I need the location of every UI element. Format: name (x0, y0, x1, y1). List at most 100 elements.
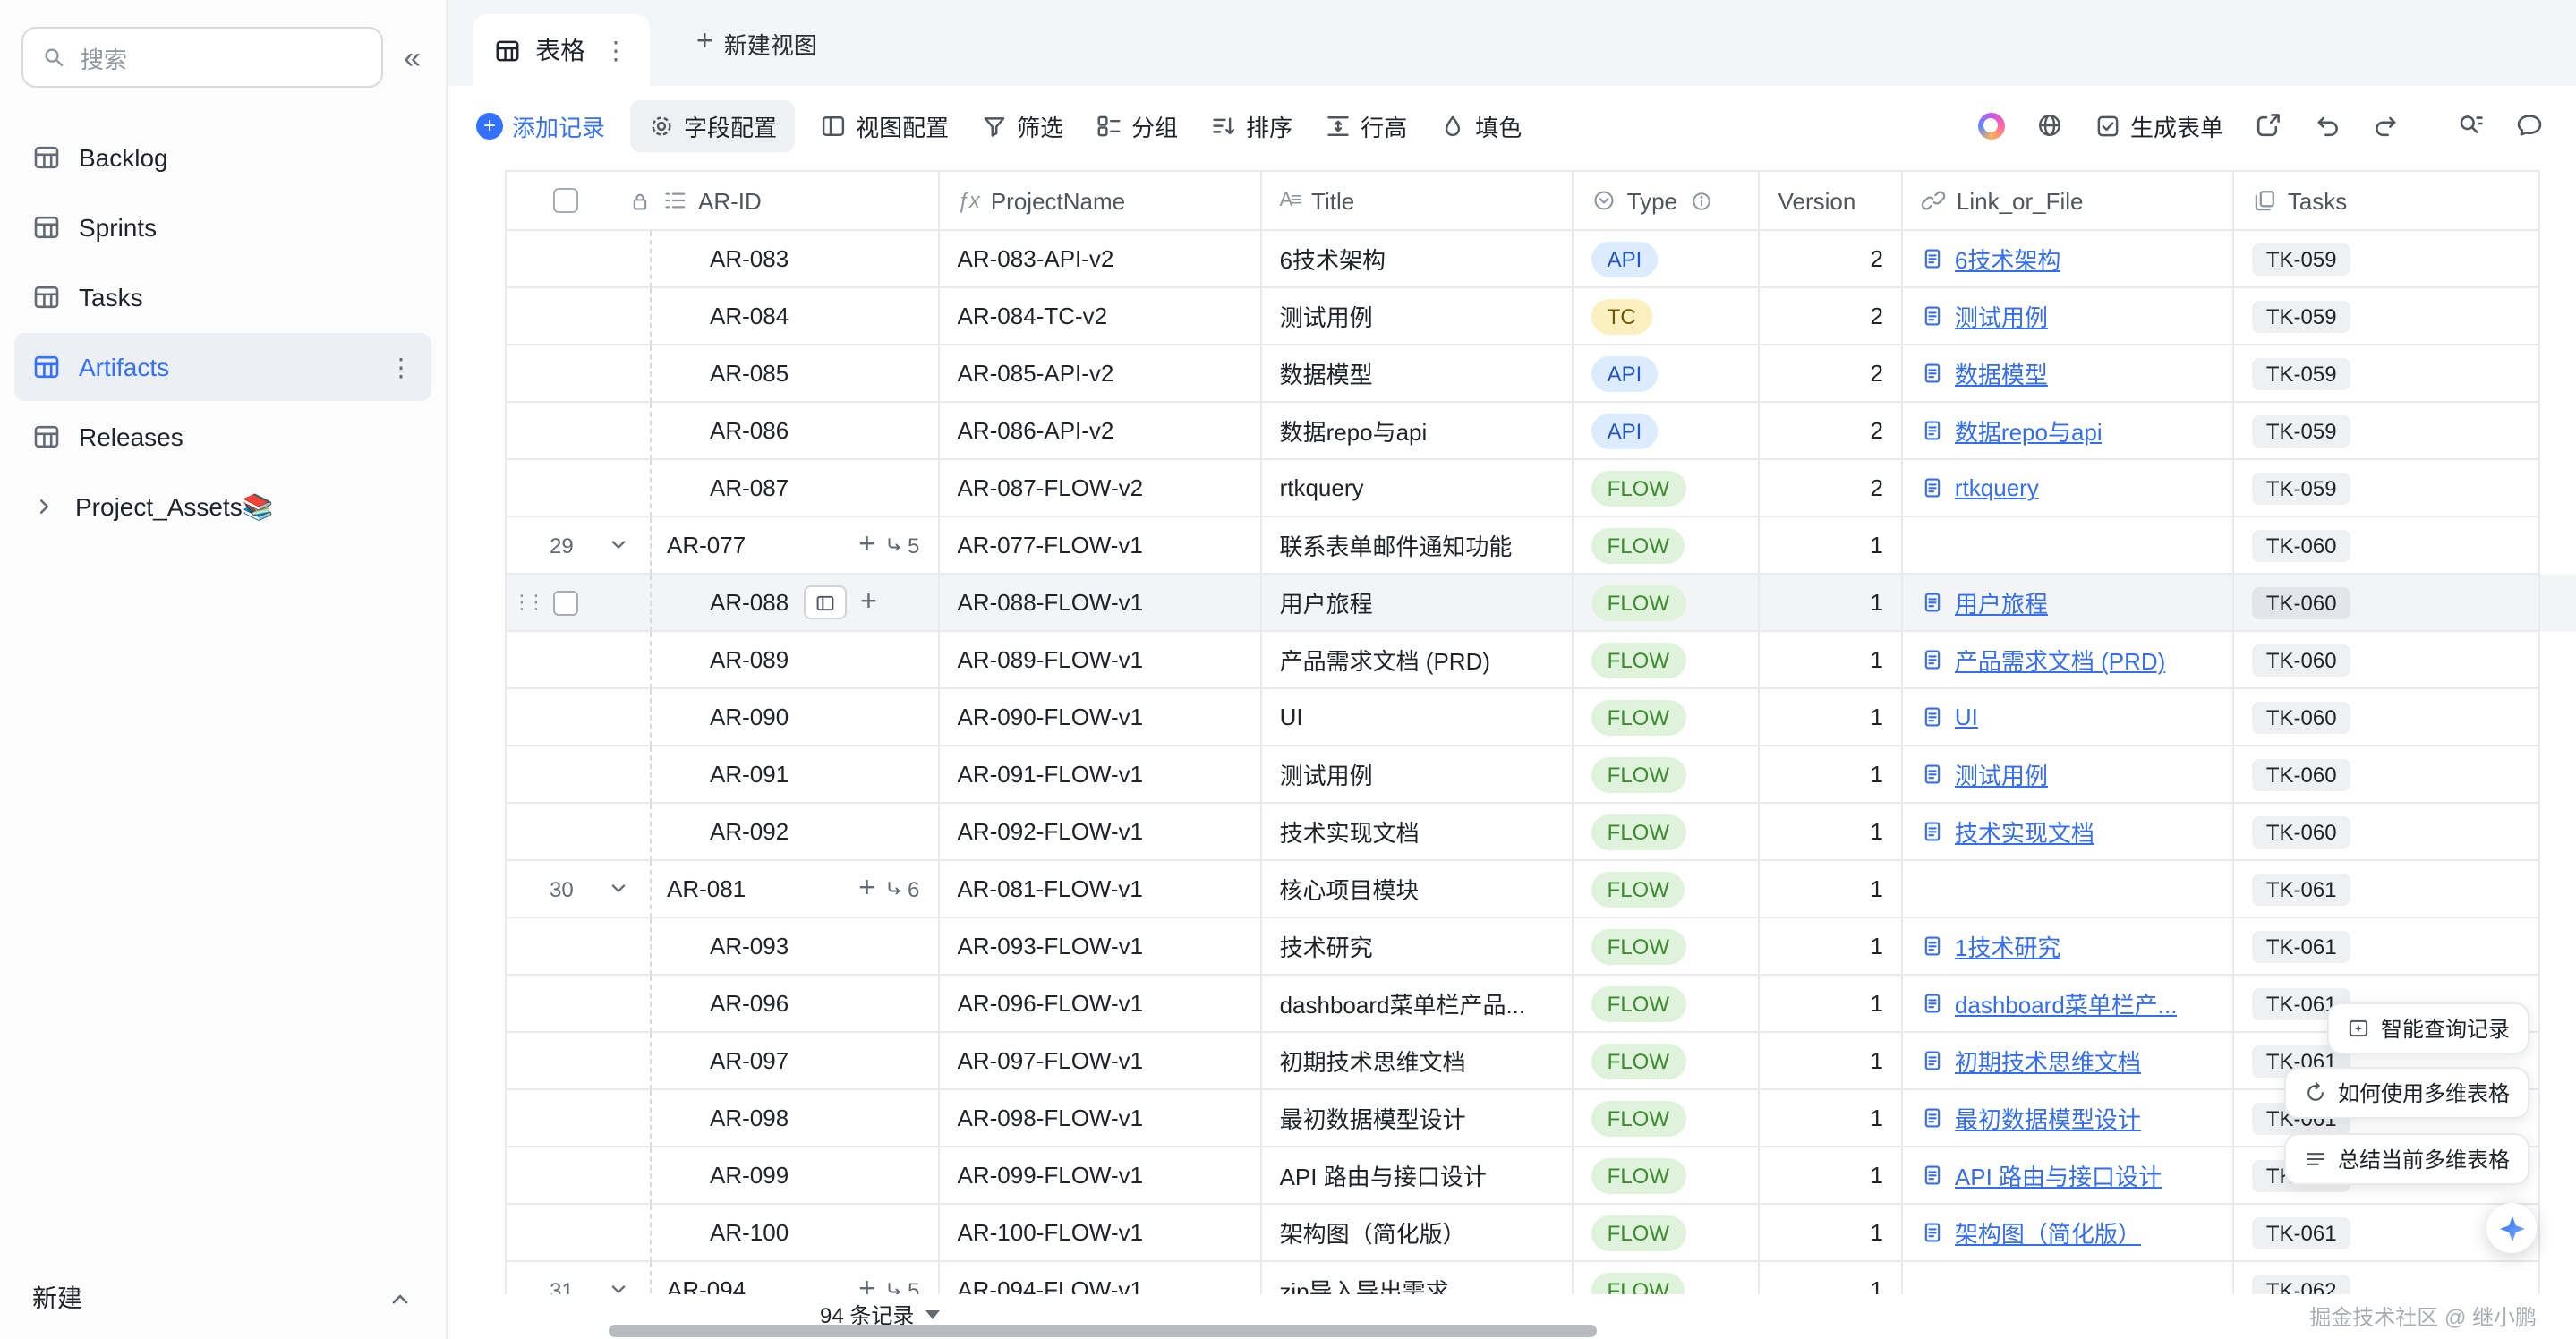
sidebar-item-backlog[interactable]: Backlog (14, 124, 431, 192)
cell-type[interactable]: FLOW (1574, 1033, 1761, 1090)
cell-ar-id[interactable]: AR-099 + (651, 1147, 940, 1205)
row-select-cell[interactable]: ⋮⋮ (507, 575, 651, 632)
cell-project-name[interactable]: AR-096-FLOW-v1 (940, 976, 1262, 1033)
search-input[interactable]: 搜索 (21, 27, 382, 88)
share-icon[interactable] (2254, 111, 2282, 140)
fill-color-button[interactable]: 填色 (1439, 108, 1522, 142)
cell-link-or-file[interactable]: dashboard菜单栏产... (1903, 976, 2234, 1033)
cell-title[interactable]: 测试用例 (1262, 746, 1574, 804)
cell-link-or-file[interactable]: 产品需求文档 (PRD) (1903, 632, 2234, 689)
file-link[interactable]: 初期技术思维文档 (1955, 1044, 2141, 1078)
cell-version[interactable]: 1 (1761, 1262, 1903, 1294)
cell-title[interactable]: 用户旅程 (1262, 575, 1574, 632)
row-select-cell[interactable]: ⋮⋮ (507, 231, 651, 288)
cell-link-or-file[interactable] (1903, 1262, 2234, 1294)
cell-version[interactable]: 2 (1761, 231, 1903, 288)
cell-type[interactable]: FLOW (1574, 1205, 1761, 1262)
table-row[interactable]: ⋮⋮ AR-087 + AR-087-FLOW-v2 rtkquery FLOW… (507, 460, 2576, 517)
row-select-cell[interactable]: ⋮⋮ (507, 689, 651, 746)
select-all-checkbox[interactable] (553, 188, 578, 213)
cell-project-name[interactable]: AR-097-FLOW-v1 (940, 1033, 1262, 1090)
cell-type[interactable]: FLOW (1574, 460, 1761, 517)
cell-ar-id[interactable]: AR-086 + (651, 403, 940, 460)
cell-tasks[interactable]: TK-060 (2234, 804, 2540, 861)
file-link[interactable]: rtkquery (1955, 474, 2039, 501)
cell-tasks[interactable]: TK-059 (2234, 231, 2540, 288)
cell-type[interactable]: FLOW (1574, 918, 1761, 976)
cell-project-name[interactable]: AR-092-FLOW-v1 (940, 804, 1262, 861)
cell-version[interactable]: 1 (1761, 861, 1903, 918)
sidebar-item-releases[interactable]: Releases (14, 403, 431, 471)
row-select-cell[interactable]: ⋮⋮ 29 (507, 517, 651, 575)
ai-assistant-button[interactable] (2486, 1203, 2537, 1253)
filter-button[interactable]: 筛选 (981, 108, 1063, 142)
table-row[interactable]: ⋮⋮ AR-091 + AR-091-FLOW-v1 测试用例 FLOW 1 测… (507, 746, 2576, 804)
cell-link-or-file[interactable]: 1技术研究 (1903, 918, 2234, 976)
cell-project-name[interactable]: AR-081-FLOW-v1 (939, 861, 1261, 918)
generate-form-button[interactable]: 生成表单 (2094, 108, 2223, 142)
row-select-cell[interactable]: ⋮⋮ (507, 460, 651, 517)
column-header-type[interactable]: Type (1574, 170, 1761, 231)
cell-type[interactable]: FLOW (1574, 517, 1761, 575)
table-row[interactable]: ⋮⋮ AR-084 + AR-084-TC-v2 测试用例 TC 2 测试用例 … (507, 288, 2576, 345)
table-row[interactable]: ⋮⋮ AR-092 + AR-092-FLOW-v1 技术实现文档 FLOW 1… (507, 804, 2576, 861)
cell-link-or-file[interactable]: 数据repo与api (1903, 403, 2234, 460)
cell-link-or-file[interactable]: 技术实现文档 (1903, 804, 2234, 861)
sidebar-folder-project-assets[interactable]: Project_Assets📚 (14, 473, 431, 541)
row-height-button[interactable]: 行高 (1325, 108, 1407, 142)
sidebar-item-sprints[interactable]: Sprints (14, 193, 431, 261)
row-select-cell[interactable]: ⋮⋮ (507, 345, 651, 403)
row-checkbox[interactable] (553, 590, 578, 615)
column-header-project-name[interactable]: ƒx ProjectName (939, 170, 1261, 231)
cell-version[interactable]: 1 (1761, 746, 1903, 804)
add-subrecord-button[interactable]: + (858, 531, 875, 559)
magic-ring-icon[interactable] (1978, 112, 2005, 139)
tab-more-icon[interactable]: ⋮ (603, 35, 628, 65)
cell-title[interactable]: 初期技术思维文档 (1262, 1033, 1574, 1090)
table-row[interactable]: ⋮⋮ 29 AR-077 + 5 AR-077-FLOW-v1 联系表单邮件通知… (507, 517, 2576, 575)
redo-icon[interactable] (2372, 111, 2401, 140)
open-record-button[interactable] (803, 585, 846, 619)
table-row[interactable]: ⋮⋮ AR-088 + AR-088-FLOW-v1 用户旅程 FLOW 1 用… (507, 575, 2576, 632)
cell-ar-id[interactable]: AR-088 + (651, 575, 940, 632)
file-link[interactable]: 用户旅程 (1955, 585, 2048, 619)
table-row[interactable]: ⋮⋮ 31 AR-094 + 5 AR-094-FLOW-v1 zip导入导出需… (507, 1262, 2576, 1294)
cell-ar-id[interactable]: AR-077 + 5 (651, 517, 939, 575)
drag-handle-icon[interactable]: ⋮⋮ (512, 591, 541, 614)
cell-title[interactable]: dashboard菜单栏产品... (1262, 976, 1574, 1033)
cell-tasks[interactable]: TK-060 (2234, 632, 2540, 689)
table-row[interactable]: ⋮⋮ AR-083 + AR-083-API-v2 6技术架构 API 2 6技… (507, 231, 2576, 288)
new-view-button[interactable]: + 新建视图 (696, 26, 817, 60)
new-table-button[interactable]: 新建 (0, 1257, 446, 1339)
cell-version[interactable]: 1 (1761, 1090, 1903, 1147)
more-options-icon[interactable]: ⋮ (388, 352, 414, 382)
collapse-group-icon[interactable] (607, 533, 630, 557)
cell-type[interactable]: API (1574, 345, 1761, 403)
cell-title[interactable]: API 路由与接口设计 (1262, 1147, 1574, 1205)
cell-ar-id[interactable]: AR-093 + (651, 918, 940, 976)
cell-link-or-file[interactable]: 6技术架构 (1903, 231, 2234, 288)
cell-title[interactable]: 最初数据模型设计 (1262, 1090, 1574, 1147)
cell-tasks[interactable]: TK-062 (2234, 1262, 2540, 1294)
sidebar-item-tasks[interactable]: Tasks (14, 263, 431, 331)
cell-ar-id[interactable]: AR-090 + (651, 689, 940, 746)
undo-icon[interactable] (2313, 111, 2341, 140)
row-select-cell[interactable]: ⋮⋮ 30 (507, 861, 651, 918)
cell-tasks[interactable]: TK-059 (2234, 345, 2540, 403)
cell-title[interactable]: 联系表单邮件通知功能 (1261, 517, 1573, 575)
cell-ar-id[interactable]: AR-089 + (651, 632, 940, 689)
cell-link-or-file[interactable]: UI (1903, 689, 2234, 746)
cell-link-or-file[interactable]: 初期技术思维文档 (1903, 1033, 2234, 1090)
file-link[interactable]: 数据模型 (1955, 356, 2048, 390)
cell-link-or-file[interactable]: 测试用例 (1903, 288, 2234, 345)
horizontal-scrollbar-thumb[interactable] (609, 1325, 1597, 1337)
cell-project-name[interactable]: AR-084-TC-v2 (940, 288, 1262, 345)
file-link[interactable]: 架构图（简化版） (1955, 1215, 2141, 1249)
table-row[interactable]: ⋮⋮ AR-090 + AR-090-FLOW-v1 UI FLOW 1 UI … (507, 689, 2576, 746)
cell-ar-id[interactable]: AR-100 + (651, 1205, 940, 1262)
cell-version[interactable]: 2 (1761, 460, 1903, 517)
cell-type[interactable]: FLOW (1574, 861, 1761, 918)
collapse-sidebar-button[interactable]: « (400, 42, 424, 72)
cell-type[interactable]: TC (1574, 288, 1761, 345)
cell-type[interactable]: API (1574, 403, 1761, 460)
